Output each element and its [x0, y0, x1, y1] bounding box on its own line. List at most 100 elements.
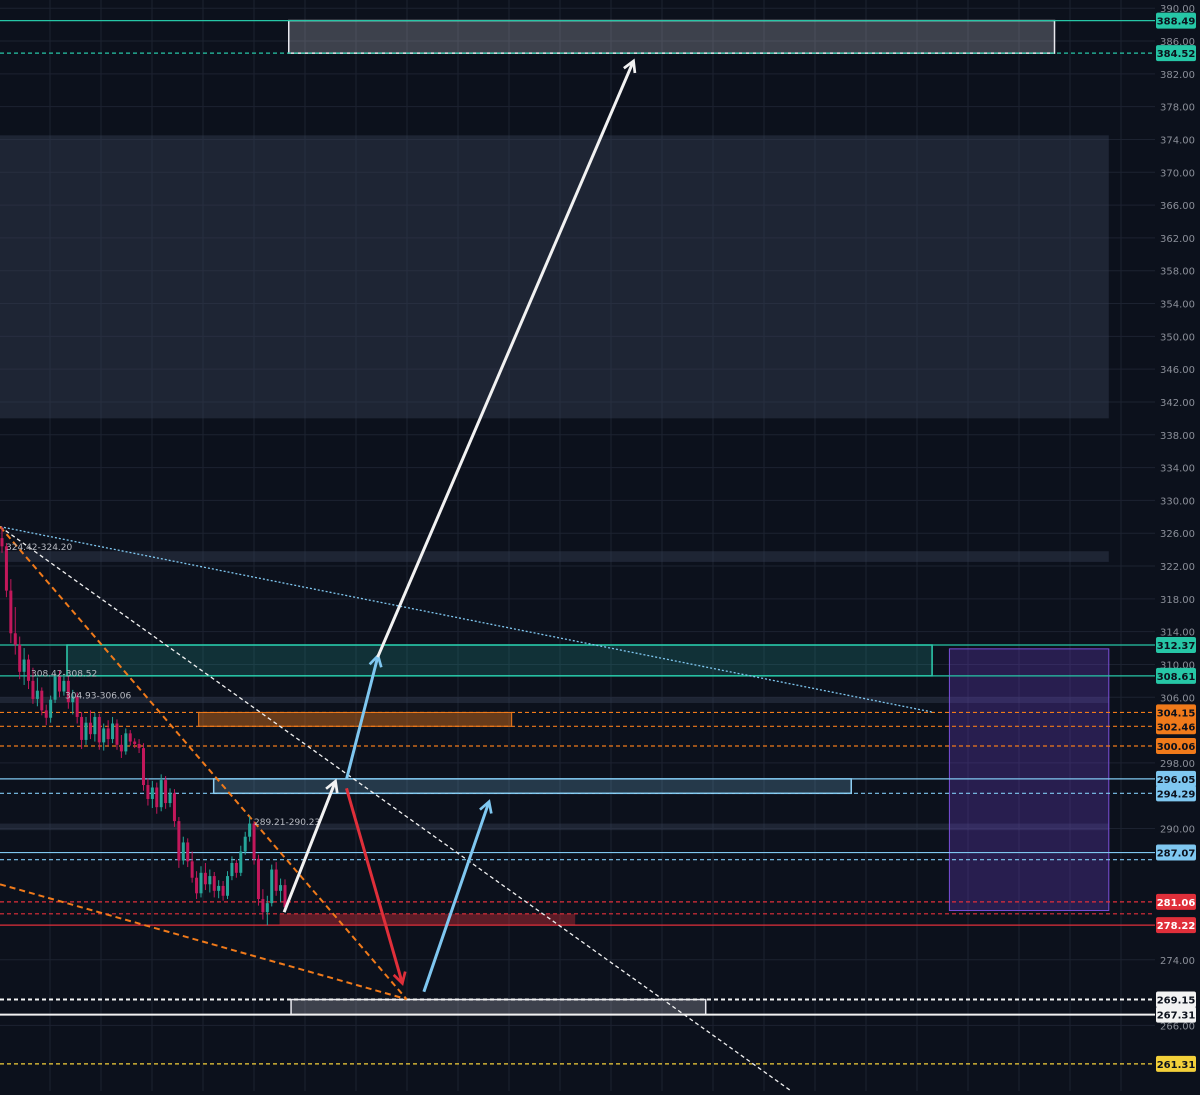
- price-badge-label: 304.15: [1157, 708, 1196, 719]
- y-tick-label: 374.00: [1160, 135, 1195, 146]
- price-badge-label: 388.49: [1157, 17, 1196, 28]
- candle-body: [226, 876, 230, 896]
- y-tick-label: 362.00: [1160, 234, 1195, 245]
- range-label: 308.42-308.52: [31, 669, 97, 679]
- candle-body: [106, 728, 110, 740]
- price-badge-label: 278.22: [1157, 921, 1196, 932]
- candle-body: [274, 869, 278, 891]
- candle-body: [40, 690, 44, 711]
- y-tick-label: 290.00: [1160, 825, 1195, 836]
- candle-body: [168, 793, 172, 804]
- candle-body: [49, 699, 53, 718]
- y-tick-label: 346.00: [1160, 365, 1195, 376]
- range-label: 304.93-306.06: [65, 692, 132, 702]
- price-badge-label: 294.29: [1157, 789, 1196, 800]
- candle-body: [217, 885, 221, 891]
- y-tick-label: 330.00: [1160, 496, 1195, 507]
- y-tick-label: 370.00: [1160, 168, 1195, 179]
- y-tick-label: 334.00: [1160, 464, 1195, 475]
- candle-body: [172, 793, 176, 822]
- candle-body: [124, 733, 128, 752]
- candle-body: [221, 885, 225, 896]
- price-badge-label: 384.52: [1157, 49, 1196, 60]
- y-tick-label: 354.00: [1160, 300, 1195, 311]
- candle-body: [150, 787, 154, 799]
- y-tick-label: 338.00: [1160, 431, 1195, 442]
- candle-body: [133, 741, 137, 745]
- price-badge-label: 296.05: [1157, 775, 1196, 786]
- candle-body: [208, 876, 212, 885]
- candle-body: [0, 538, 4, 547]
- y-tick-label: 322.00: [1160, 562, 1195, 573]
- candle-body: [265, 903, 269, 913]
- candle-body: [115, 723, 119, 745]
- price-badge-label: 312.37: [1157, 641, 1196, 652]
- white-bottom-zone: [290, 998, 707, 1016]
- chart-area[interactable]: 324.42-324.20 308.42-308.52 304.93-306.06 2…: [0, 0, 1200, 1092]
- candle-body: [146, 785, 150, 799]
- price-badge-label: 287.07: [1157, 849, 1196, 860]
- candle-body: [199, 872, 203, 894]
- candle-body: [248, 823, 252, 837]
- candle-body: [88, 722, 92, 735]
- y-tick-label: 326.00: [1160, 529, 1195, 540]
- y-tick-label: 274.00: [1160, 956, 1195, 967]
- candle-body: [62, 680, 66, 692]
- y-tick-label: 314.00: [1160, 628, 1195, 639]
- candle-body: [9, 590, 13, 634]
- wide-gray-band: [0, 135, 1109, 419]
- candle-body: [243, 836, 247, 852]
- candle-body: [279, 885, 283, 891]
- y-tick-label: 342.00: [1160, 398, 1195, 409]
- candle-body: [177, 821, 181, 861]
- price-badge-label: 302.46: [1157, 722, 1196, 733]
- candle-body: [186, 842, 190, 862]
- price-badge-label: 269.15: [1157, 996, 1196, 1007]
- candle-body: [93, 716, 97, 735]
- thin-band-306: [0, 697, 1109, 703]
- candle-body: [27, 659, 31, 681]
- y-tick-label: 366.00: [1160, 201, 1195, 212]
- y-tick-label: 382.00: [1160, 70, 1195, 81]
- candle-body: [137, 744, 141, 749]
- candle-body: [44, 710, 48, 718]
- candle-body: [13, 633, 17, 645]
- candle-body: [128, 733, 132, 742]
- y-tick-label: 358.00: [1160, 267, 1195, 278]
- candle-body: [111, 723, 115, 740]
- candle-body: [252, 823, 256, 859]
- orange-zone: [198, 711, 513, 727]
- price-badge-label: 300.06: [1157, 742, 1196, 753]
- candle-body: [181, 842, 185, 861]
- y-tick-label: 306.00: [1160, 693, 1195, 704]
- upper-target-zone: [288, 19, 1056, 54]
- thin-band-290: [0, 823, 1109, 831]
- candle-body: [159, 780, 163, 808]
- price-badge-label: 281.06: [1157, 898, 1196, 909]
- price-badge-label: 267.31: [1157, 1011, 1196, 1022]
- range-label: 324.42-324.20: [6, 543, 73, 553]
- y-tick-label: 298.00: [1160, 759, 1195, 770]
- price-chart[interactable]: 324.42-324.20 308.42-308.52 304.93-306.06 2…: [0, 0, 1200, 1092]
- candle-body: [80, 716, 84, 740]
- range-label: 289.21-290.23: [254, 818, 320, 828]
- candle-body: [102, 728, 106, 743]
- candle-body: [270, 869, 274, 904]
- purple-projection: [948, 648, 1110, 912]
- candle-body: [230, 862, 234, 877]
- candle-body: [22, 659, 26, 672]
- light-blue-zone: [212, 778, 852, 795]
- candle-body: [97, 716, 101, 743]
- candle-body: [84, 722, 88, 740]
- candle-body: [119, 744, 123, 752]
- teal-zone: [66, 644, 933, 677]
- candle-body: [234, 862, 238, 873]
- y-tick-label: 350.00: [1160, 332, 1195, 343]
- price-axis[interactable]: 390.00386.00382.00378.00374.00370.00366.…: [1155, 0, 1200, 1091]
- candle-body: [261, 899, 265, 913]
- candle-body: [239, 851, 243, 873]
- candle-body: [142, 748, 145, 786]
- red-zone: [279, 913, 576, 926]
- y-tick-label: 378.00: [1160, 103, 1195, 114]
- price-badge-label: 261.31: [1157, 1060, 1196, 1071]
